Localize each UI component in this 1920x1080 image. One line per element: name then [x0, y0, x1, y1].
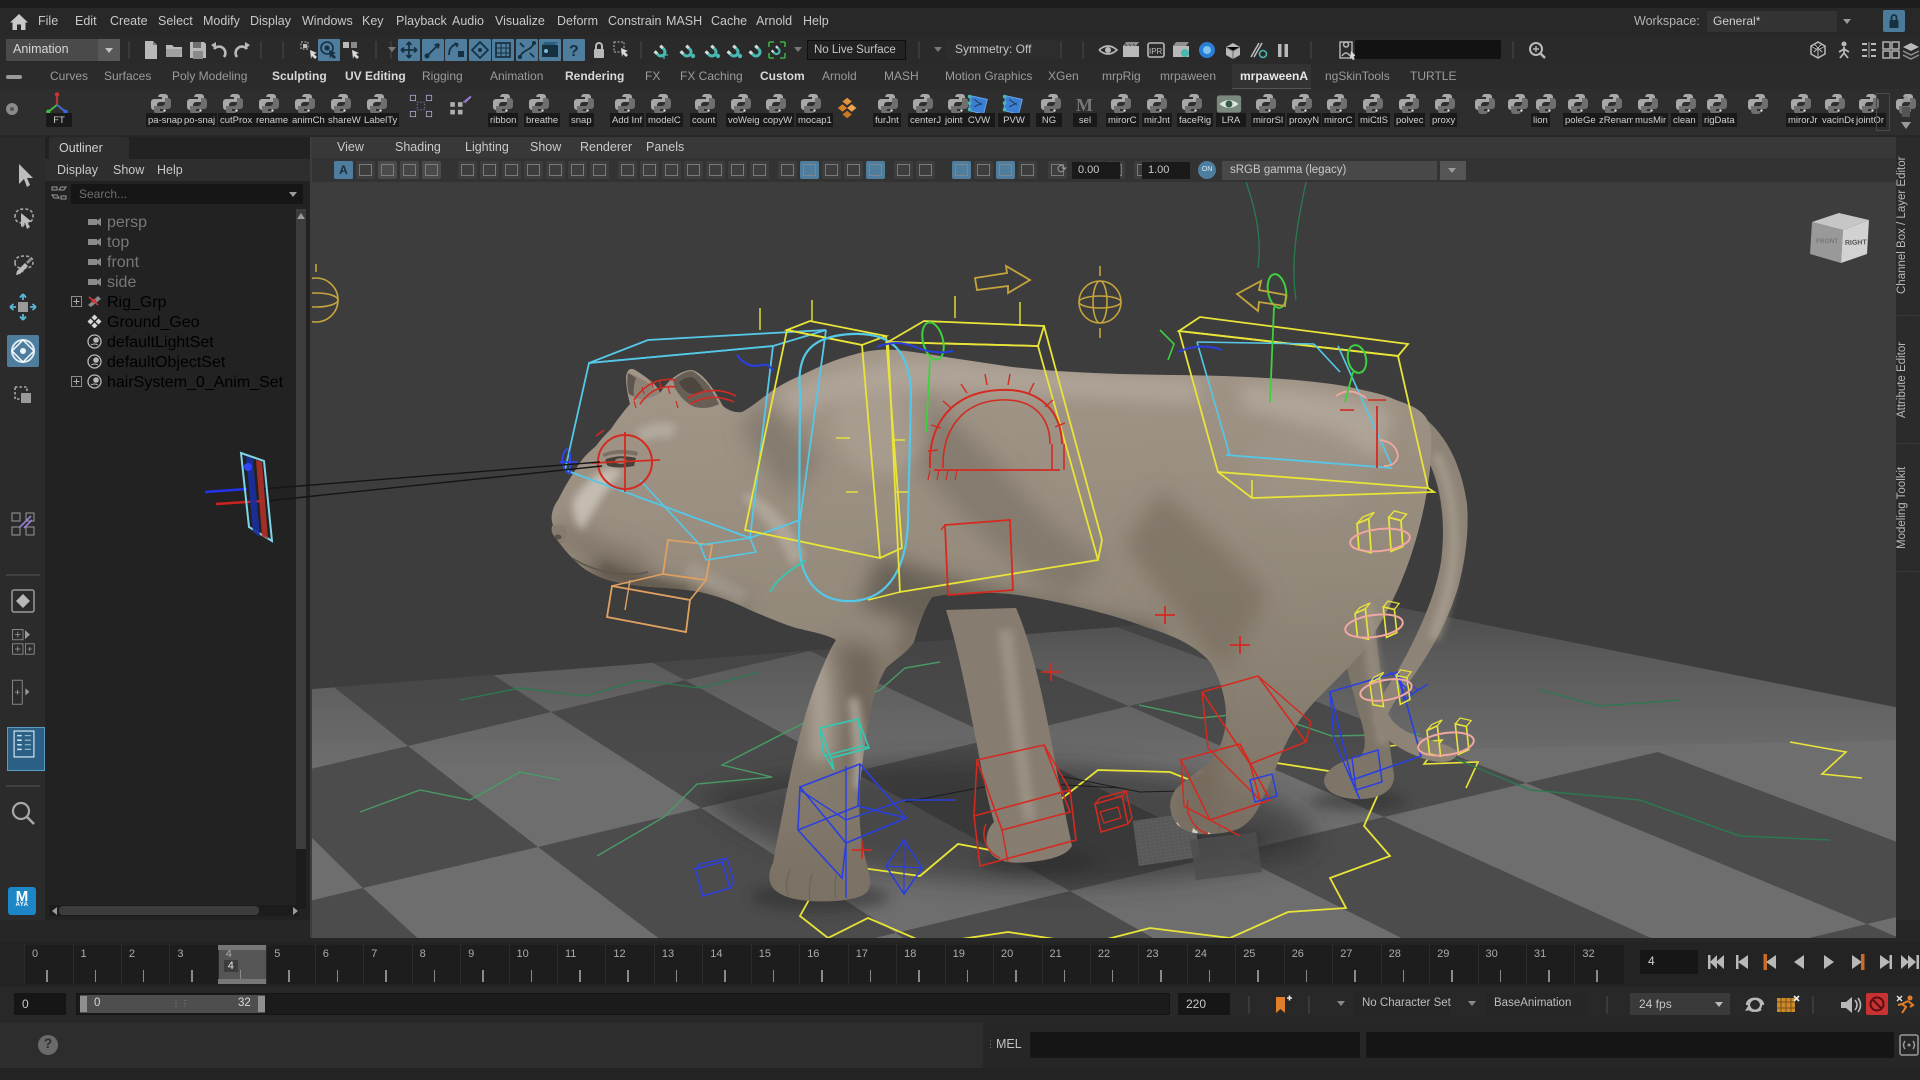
svg-text:IPR: IPR	[1149, 47, 1163, 56]
svg-text:RIGHT: RIGHT	[1845, 239, 1868, 247]
svg-text:M: M	[1076, 95, 1093, 115]
svg-text:FRONT: FRONT	[1816, 238, 1838, 245]
